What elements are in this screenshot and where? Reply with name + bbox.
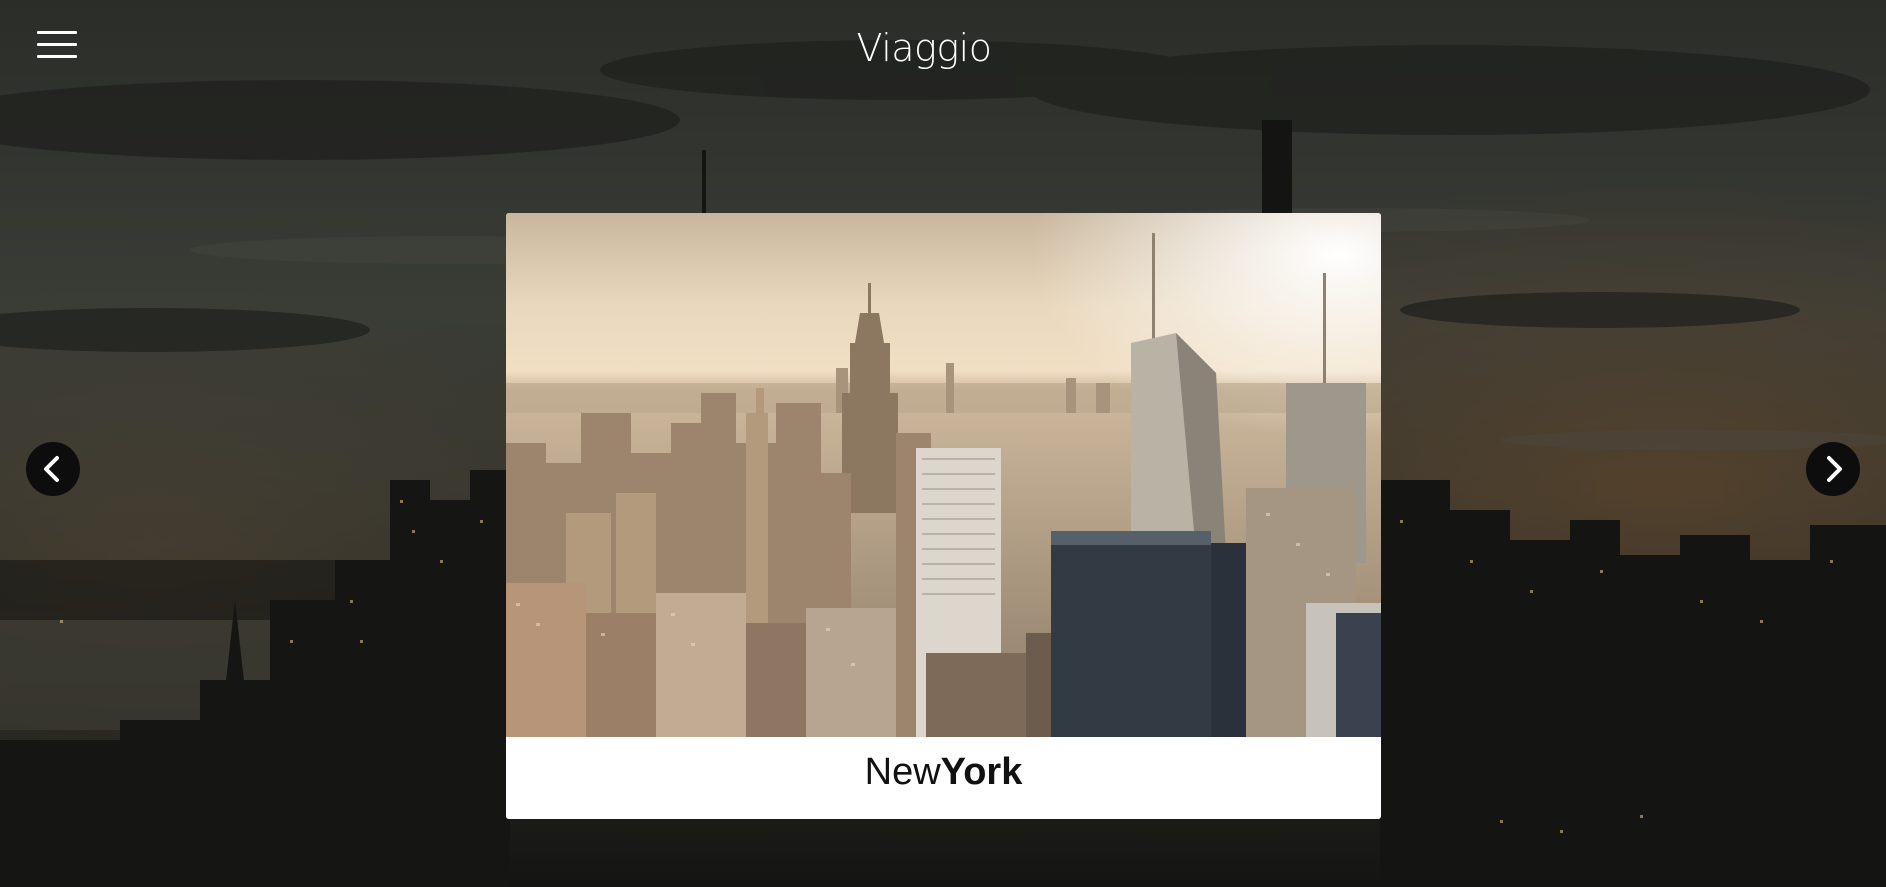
city-name-regular: New <box>864 751 941 793</box>
app-stage: Viaggio NewYork <box>0 0 1886 887</box>
destination-card[interactable]: NewYork <box>506 213 1381 819</box>
carousel-prev-button[interactable] <box>26 442 80 496</box>
brand-logo[interactable]: Viaggio <box>0 26 1848 70</box>
city-name-bold: York <box>940 751 1023 793</box>
chevron-right-icon <box>1827 456 1842 482</box>
chevron-left-icon <box>44 456 59 482</box>
carousel-next-button[interactable] <box>1806 442 1860 496</box>
destination-photo <box>506 213 1381 737</box>
destination-caption: NewYork <box>506 737 1381 819</box>
